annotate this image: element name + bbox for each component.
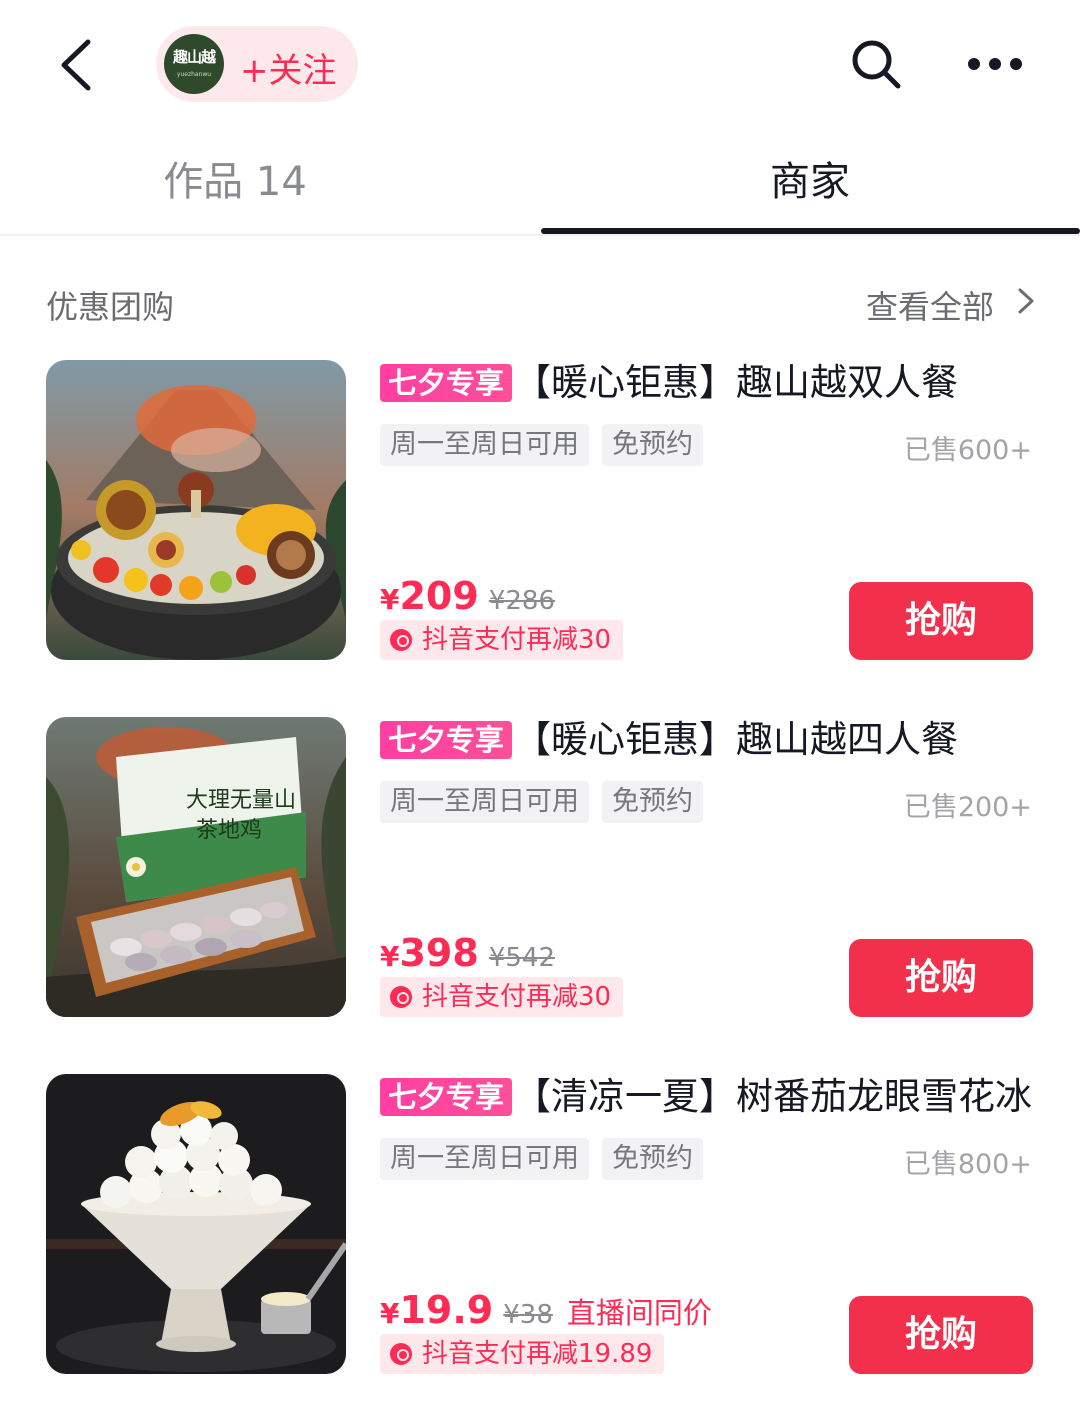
discount-text: 抖音支付再减19.89 xyxy=(422,1339,653,1369)
deal-image[interactable] xyxy=(46,360,346,660)
deal-card[interactable]: 七夕专享 【清凉一夏】树番茄龙眼雪花冰 周一至周日可用 免预约 已售800+ ¥… xyxy=(0,1074,1080,1384)
sold-count: 已售600+ xyxy=(903,435,1032,466)
box-label-line1: 大理无量山 xyxy=(186,788,296,813)
deal-card[interactable]: 大理无量山 茶地鸡 七夕专享 【暖心钜惠】趣山越四人餐 周一至周日可用 免预约 … xyxy=(0,717,1080,1027)
tab-works[interactable]: 作品 14 xyxy=(0,130,540,234)
payment-discount: 抖音支付再减30 xyxy=(380,977,624,1017)
currency-symbol: ¥ xyxy=(380,1297,400,1330)
price-value: 398 xyxy=(399,931,479,975)
discount-text: 抖音支付再减30 xyxy=(422,625,612,655)
deal-title[interactable]: 【暖心钜惠】趣山越双人餐 xyxy=(514,360,958,406)
more-dots-icon xyxy=(968,58,1022,70)
more-button[interactable] xyxy=(962,40,1028,88)
current-price: ¥19.9 xyxy=(380,1288,493,1332)
search-icon xyxy=(852,40,901,89)
box-label-line2: 茶地鸡 xyxy=(196,818,262,843)
live-price-match-label: 直播间同价 xyxy=(566,1296,712,1330)
no-reservation-tag: 免预约 xyxy=(602,1138,703,1180)
price-value: 19.9 xyxy=(399,1288,494,1332)
promo-badge: 七夕专享 xyxy=(380,721,513,759)
buy-button[interactable]: 抢购 xyxy=(849,1296,1033,1374)
currency-symbol: ¥ xyxy=(380,940,400,973)
original-price: ¥38 xyxy=(503,1300,553,1330)
follow-button[interactable]: +关注 xyxy=(240,43,337,92)
tab-merchant-label: 商家 xyxy=(770,159,850,205)
availability-tag: 周一至周日可用 xyxy=(380,424,589,466)
tab-merchant[interactable]: 商家 xyxy=(540,130,1080,234)
chevron-left-icon xyxy=(61,39,91,91)
price-row: ¥209 ¥286 xyxy=(380,574,555,624)
deal-title[interactable]: 【暖心钜惠】趣山越四人餐 xyxy=(514,717,958,763)
tab-bar: 作品 14 商家 xyxy=(0,130,1080,236)
chicken-box-image: 大理无量山 茶地鸡 xyxy=(46,717,346,1017)
no-reservation-tag: 免预约 xyxy=(602,424,703,466)
no-reservation-tag: 免预约 xyxy=(602,781,703,823)
original-price: ¥286 xyxy=(488,586,555,616)
price-value: 209 xyxy=(399,574,479,618)
currency-symbol: ¥ xyxy=(380,583,400,616)
avatar-logo-subtext: yuezhanwu xyxy=(176,71,212,78)
promo-badge: 七夕专享 xyxy=(380,364,513,402)
search-button[interactable] xyxy=(848,36,904,92)
douyin-pay-icon xyxy=(390,986,412,1008)
active-tab-indicator xyxy=(541,228,1080,234)
douyin-pay-icon xyxy=(390,1343,412,1365)
douyin-pay-icon xyxy=(390,629,412,651)
original-price: ¥542 xyxy=(488,943,555,973)
price-row: ¥19.9 ¥38 直播间同价 xyxy=(380,1288,712,1338)
deal-image[interactable] xyxy=(46,1074,346,1374)
view-all-link[interactable]: 查看全部 xyxy=(866,282,994,328)
top-bar: 趣山越 yuezhanwu +关注 xyxy=(0,0,1080,130)
follow-pill[interactable]: 趣山越 yuezhanwu +关注 xyxy=(156,26,358,102)
deal-card[interactable]: 七夕专享 【暖心钜惠】趣山越双人餐 周一至周日可用 免预约 已售600+ ¥20… xyxy=(0,360,1080,670)
availability-tag: 周一至周日可用 xyxy=(380,781,589,823)
availability-tag: 周一至周日可用 xyxy=(380,1138,589,1180)
current-price: ¥398 xyxy=(380,931,479,975)
deal-image[interactable]: 大理无量山 茶地鸡 xyxy=(46,717,346,1017)
merchant-avatar[interactable]: 趣山越 yuezhanwu xyxy=(164,34,224,94)
buy-button[interactable]: 抢购 xyxy=(849,939,1033,1017)
discount-text: 抖音支付再减30 xyxy=(422,982,612,1012)
chevron-right-icon[interactable] xyxy=(1014,286,1038,316)
sold-count: 已售800+ xyxy=(903,1149,1032,1180)
sold-count: 已售200+ xyxy=(903,792,1032,823)
deal-title[interactable]: 【清凉一夏】树番茄龙眼雪花冰 xyxy=(514,1074,1032,1120)
current-price: ¥209 xyxy=(380,574,479,618)
back-button[interactable] xyxy=(52,34,112,94)
payment-discount: 抖音支付再减30 xyxy=(380,620,624,660)
section-title: 优惠团购 xyxy=(46,288,175,326)
payment-discount: 抖音支付再减19.89 xyxy=(380,1334,665,1374)
buy-button[interactable]: 抢购 xyxy=(849,582,1033,660)
avatar-logo-text: 趣山越 xyxy=(172,48,216,66)
shaved-ice-image xyxy=(46,1074,346,1374)
price-row: ¥398 ¥542 xyxy=(380,931,555,981)
hotpot-image xyxy=(46,360,346,660)
promo-badge: 七夕专享 xyxy=(380,1078,513,1116)
tab-works-label: 作品 14 xyxy=(163,159,307,205)
